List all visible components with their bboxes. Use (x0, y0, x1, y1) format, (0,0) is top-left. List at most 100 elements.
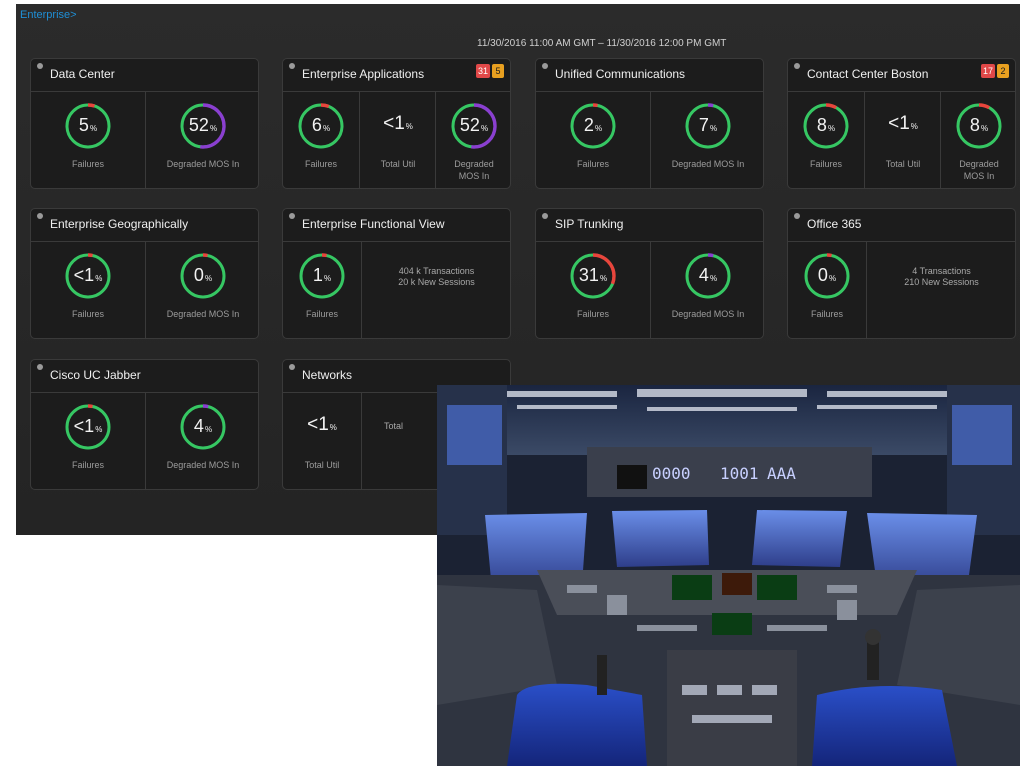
tile-header[interactable]: Cisco UC Jabber (31, 360, 258, 393)
percent-unit: % (95, 425, 103, 434)
tile-enterprise-geographically[interactable]: Enterprise Geographically <1% Failures 0% De… (30, 208, 259, 339)
percent-unit: % (828, 274, 837, 283)
metric-label: Failures (71, 309, 104, 319)
metric-value: 7% (684, 102, 732, 150)
metric-degraded-mos-in[interactable]: 4% Degraded MOS In (650, 242, 763, 338)
metric-number: 0 (817, 265, 828, 285)
tile-title: Office 365 (807, 217, 862, 231)
breadcrumb[interactable]: Enterprise> (20, 9, 77, 21)
tile-title: Networks (302, 368, 353, 382)
tile-unified-communications[interactable]: Unified Communications 2% Failures 7% Degrad… (535, 58, 764, 189)
metric-number: <1 (73, 416, 95, 436)
status-dot-icon (542, 63, 548, 69)
metric-failures[interactable]: <1% Failures (31, 393, 145, 489)
metric-label: Degraded MOS In (166, 309, 240, 319)
percent-unit: % (204, 274, 213, 283)
critical-count-badge[interactable]: 17 (980, 64, 995, 78)
metric-degraded-mos-in[interactable]: 0% Degraded MOS In (145, 242, 258, 338)
warning-count-badge[interactable]: 2 (997, 64, 1009, 78)
tile-contact-center-boston[interactable]: Contact Center Boston 17 2 8% Failures <1% Tot… (787, 58, 1016, 189)
metric-total-util[interactable]: <1% Total Util (359, 92, 436, 188)
metric-value: 8% (802, 102, 850, 150)
tile-title: Enterprise Geographically (50, 217, 189, 231)
metric-label: Failures (71, 159, 104, 169)
percent-unit: % (405, 122, 413, 131)
summary-line: 4 Transactions (912, 266, 971, 276)
tile-title: Contact Center Boston (807, 67, 929, 81)
metric-number: <1 (888, 113, 910, 134)
metric-degraded-mos-in[interactable]: 4% Degraded MOS In (145, 393, 258, 489)
metric-label: Failures (305, 309, 338, 319)
ring-gauge: 4% (179, 403, 227, 451)
metric-failures[interactable]: 6% Failures (283, 92, 359, 188)
tile-header[interactable]: Enterprise Functional View (283, 209, 510, 242)
svg-text:AAA: AAA (767, 464, 796, 483)
metric-failures[interactable]: 2% Failures (536, 92, 650, 188)
tile-title: Enterprise Functional View (302, 217, 445, 231)
ring-gauge: 8% (802, 102, 850, 150)
metric-number: 52 (459, 115, 480, 135)
tile-enterprise-applications[interactable]: Enterprise Applications 31 5 6% Failures <1% T… (282, 58, 511, 189)
tile-header[interactable]: Office 365 (788, 209, 1015, 242)
metric-failures[interactable]: 1% Failures (283, 242, 361, 338)
ring-gauge: 4% (684, 252, 732, 300)
percent-unit: % (709, 124, 718, 133)
tile-header[interactable]: SIP Trunking (536, 209, 763, 242)
percent-unit: % (323, 274, 332, 283)
metric-number: 52 (188, 115, 209, 135)
metric-label: Degraded MOS In (671, 159, 745, 169)
critical-count-badge[interactable]: 31 (475, 64, 490, 78)
status-dot-icon (289, 213, 295, 219)
metric-number: 1 (312, 265, 323, 285)
tile-header[interactable]: Data Center (31, 59, 258, 92)
tile-title: Data Center (50, 67, 115, 81)
tile-sip-trunking[interactable]: SIP Trunking 31% Failures 4% Degraded MOS In (535, 208, 764, 339)
cockpit-photo: 0000 1001 AAA (437, 385, 1020, 766)
percent-unit: % (95, 274, 103, 283)
metric-number: 8 (969, 115, 980, 135)
metric-degraded-mos-in[interactable]: 52% Degraded MOS In (145, 92, 258, 188)
metric-number: 4 (698, 265, 709, 285)
metric-failures[interactable]: 5% Failures (31, 92, 145, 188)
tile-header[interactable]: Enterprise Geographically (31, 209, 258, 242)
metric-summary: 404 k Transactions 20 k New Sessions (361, 242, 510, 338)
tile-title: Cisco UC Jabber (50, 368, 141, 382)
metric-label: Degraded MOS In (959, 159, 999, 181)
percent-unit: % (599, 274, 608, 283)
metric-label: Failures (576, 309, 609, 319)
tile-header[interactable]: Contact Center Boston 17 2 (788, 59, 1015, 92)
ring-gauge: <1% (64, 252, 112, 300)
metric-total-util[interactable]: <1% Total Util (864, 92, 941, 188)
tile-cisco-uc-jabber[interactable]: Cisco UC Jabber <1% Failures 4% Degraded MOS… (30, 359, 259, 490)
tile-office-365[interactable]: Office 365 0% Failures 4 Transactions 210 Ne… (787, 208, 1016, 339)
summary-line: 20 k New Sessions (398, 277, 475, 287)
metric-value: 52% (450, 102, 498, 150)
metric-value: <1% (360, 113, 436, 135)
tile-data-center[interactable]: Data Center 5% Failures 52% Degraded MOS In (30, 58, 259, 189)
tile-title: SIP Trunking (555, 217, 624, 231)
metric-failures[interactable]: 0% Failures (788, 242, 866, 338)
metric-failures[interactable]: 31% Failures (536, 242, 650, 338)
tile-enterprise-functional-view[interactable]: Enterprise Functional View 1% Failures 404 … (282, 208, 511, 339)
metric-number: <1 (383, 113, 405, 134)
status-dot-icon (289, 364, 295, 370)
metric-value: <1% (64, 252, 112, 300)
status-dot-icon (542, 213, 548, 219)
warning-count-badge[interactable]: 5 (492, 64, 504, 78)
ring-gauge: 6% (297, 102, 345, 150)
metric-degraded-mos-in[interactable]: 8% Degraded MOS In (940, 92, 1015, 188)
metric-degraded-mos-in[interactable]: 52% Degraded MOS In (435, 92, 510, 188)
metric-label: Degraded MOS In (166, 159, 240, 169)
tile-header[interactable]: Enterprise Applications 31 5 (283, 59, 510, 92)
metric-number: 5 (78, 115, 89, 135)
percent-unit: % (322, 124, 331, 133)
alert-badges: 31 5 (475, 64, 504, 78)
metric-value: 2% (569, 102, 617, 150)
metric-failures[interactable]: <1% Failures (31, 242, 145, 338)
ring-gauge: 8% (955, 102, 1003, 150)
metric-failures[interactable]: 8% Failures (788, 92, 864, 188)
metric-label: Total Util (885, 159, 921, 169)
tile-header[interactable]: Unified Communications (536, 59, 763, 92)
metric-total-util[interactable]: <1% Total Util (283, 393, 361, 489)
metric-degraded-mos-in[interactable]: 7% Degraded MOS In (650, 92, 763, 188)
